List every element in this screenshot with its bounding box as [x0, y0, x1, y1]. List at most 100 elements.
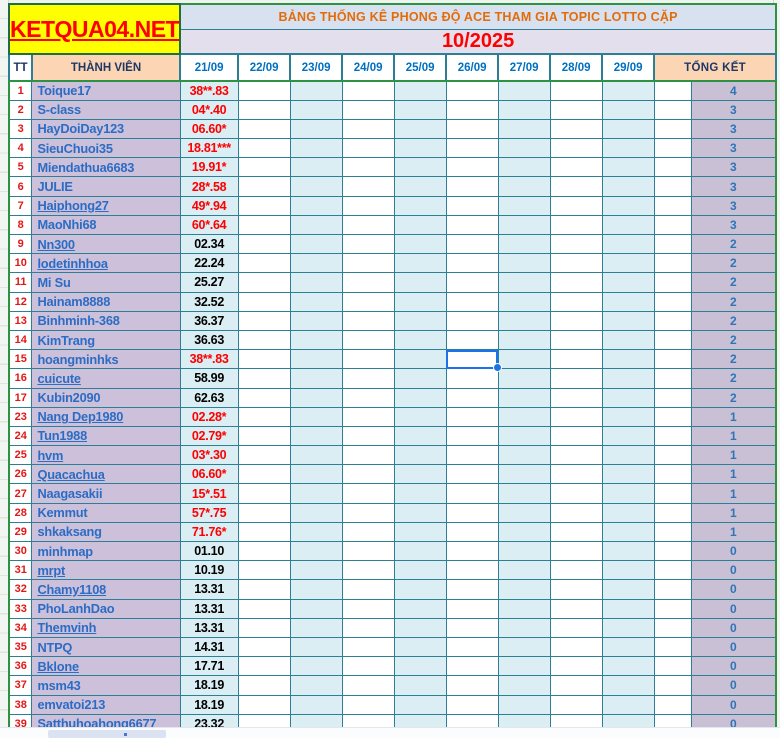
day-cell[interactable]	[237, 233, 291, 255]
day-cell[interactable]	[289, 80, 343, 101]
day-cell[interactable]	[601, 214, 655, 236]
day-cell[interactable]	[237, 310, 291, 331]
day-cell[interactable]	[497, 233, 551, 255]
day-cell[interactable]	[393, 694, 447, 715]
score-cell[interactable]: 25.27	[179, 272, 239, 293]
day-cell[interactable]	[549, 80, 603, 101]
day-cell[interactable]	[497, 138, 551, 159]
day-cell[interactable]	[445, 540, 499, 562]
day-cell[interactable]	[445, 118, 499, 140]
day-cell[interactable]	[237, 368, 291, 389]
score-cell[interactable]: 13.31	[179, 598, 239, 619]
day-cell[interactable]	[601, 406, 655, 427]
day-cell[interactable]	[237, 445, 291, 466]
row-number-cell[interactable]: 33	[8, 598, 33, 619]
member-cell[interactable]: cuicute	[31, 368, 181, 389]
day-cell[interactable]	[445, 656, 499, 677]
row-number-cell[interactable]: 10	[8, 253, 33, 274]
day-cell[interactable]	[237, 425, 291, 447]
day-cell[interactable]	[497, 291, 551, 312]
col-header-tt[interactable]: TT	[8, 53, 33, 82]
spacer-cell[interactable]	[653, 617, 692, 638]
day-cell[interactable]	[341, 233, 395, 255]
day-cell[interactable]	[601, 540, 655, 562]
score-cell[interactable]: 58.99	[179, 368, 239, 389]
day-cell[interactable]	[341, 99, 395, 120]
score-cell[interactable]: 60*.64	[179, 214, 239, 236]
total-cell[interactable]: 0	[690, 598, 777, 619]
member-cell[interactable]: Binhminh-368	[31, 310, 181, 331]
day-cell[interactable]	[237, 329, 291, 351]
spacer-cell[interactable]	[653, 195, 692, 216]
total-cell[interactable]: 3	[690, 118, 777, 140]
member-cell[interactable]: Nang Dep1980	[31, 406, 181, 427]
day-cell[interactable]	[237, 560, 291, 581]
total-cell[interactable]: 2	[690, 368, 777, 389]
total-cell[interactable]: 0	[690, 560, 777, 581]
row-number-cell[interactable]: 13	[8, 310, 33, 331]
day-cell[interactable]	[497, 157, 551, 178]
score-cell[interactable]: 02.79*	[179, 425, 239, 447]
day-cell[interactable]	[601, 195, 655, 216]
spacer-cell[interactable]	[653, 675, 692, 696]
day-cell[interactable]	[341, 694, 395, 715]
day-cell[interactable]	[549, 214, 603, 236]
member-cell[interactable]: minhmap	[31, 540, 181, 562]
horizontal-scrollbar[interactable]	[0, 727, 780, 738]
row-number-cell[interactable]: 3	[8, 118, 33, 140]
member-cell[interactable]: Kemmut	[31, 502, 181, 523]
day-cell[interactable]	[393, 349, 447, 370]
score-cell[interactable]: 38**.83	[179, 80, 239, 101]
day-cell[interactable]	[341, 675, 395, 696]
day-cell[interactable]	[497, 521, 551, 543]
spacer-cell[interactable]	[653, 233, 692, 255]
day-cell[interactable]	[601, 425, 655, 447]
day-cell[interactable]	[341, 579, 395, 600]
day-cell[interactable]	[601, 233, 655, 255]
total-cell[interactable]: 1	[690, 483, 777, 504]
day-cell[interactable]	[289, 272, 343, 293]
day-cell[interactable]	[237, 157, 291, 178]
day-cell[interactable]	[549, 368, 603, 389]
total-cell[interactable]: 1	[690, 502, 777, 523]
day-cell[interactable]	[549, 521, 603, 543]
total-cell[interactable]: 4	[690, 80, 777, 101]
row-number-cell[interactable]: 31	[8, 560, 33, 581]
row-number-cell[interactable]: 32	[8, 579, 33, 600]
member-cell[interactable]: NTPQ	[31, 636, 181, 658]
day-cell[interactable]	[549, 636, 603, 658]
day-cell[interactable]	[601, 387, 655, 408]
day-cell[interactable]	[497, 176, 551, 197]
row-number-cell[interactable]: 17	[8, 387, 33, 408]
total-cell[interactable]: 2	[690, 253, 777, 274]
day-cell[interactable]	[601, 636, 655, 658]
day-cell[interactable]	[289, 636, 343, 658]
total-cell[interactable]: 3	[690, 99, 777, 120]
score-cell[interactable]: 13.31	[179, 579, 239, 600]
day-cell[interactable]	[289, 99, 343, 120]
col-header-member[interactable]: THÀNH VIÊN	[30, 53, 182, 82]
day-cell[interactable]	[237, 598, 291, 619]
day-cell[interactable]	[549, 656, 603, 677]
day-cell[interactable]	[393, 406, 447, 427]
day-cell[interactable]	[289, 253, 343, 274]
spacer-cell[interactable]	[653, 272, 692, 293]
day-cell[interactable]	[341, 656, 395, 677]
day-cell[interactable]	[497, 656, 551, 677]
day-cell[interactable]	[497, 329, 551, 351]
site-logo[interactable]: KETQUA04.NET	[7, 3, 182, 55]
day-cell[interactable]	[289, 656, 343, 677]
member-cell[interactable]: Tun1988	[31, 425, 181, 447]
day-cell[interactable]	[601, 598, 655, 619]
day-cell[interactable]	[341, 214, 395, 236]
day-cell[interactable]	[601, 138, 655, 159]
col-header-date[interactable]: 26/09	[445, 53, 500, 82]
row-number-cell[interactable]: 23	[8, 406, 33, 427]
day-cell[interactable]	[497, 598, 551, 619]
col-header-date[interactable]: 27/09	[497, 53, 552, 82]
day-cell[interactable]	[393, 425, 447, 447]
day-cell[interactable]	[393, 214, 447, 236]
day-cell[interactable]	[393, 329, 447, 351]
day-cell[interactable]	[445, 406, 499, 427]
row-number-cell[interactable]: 26	[8, 464, 33, 485]
